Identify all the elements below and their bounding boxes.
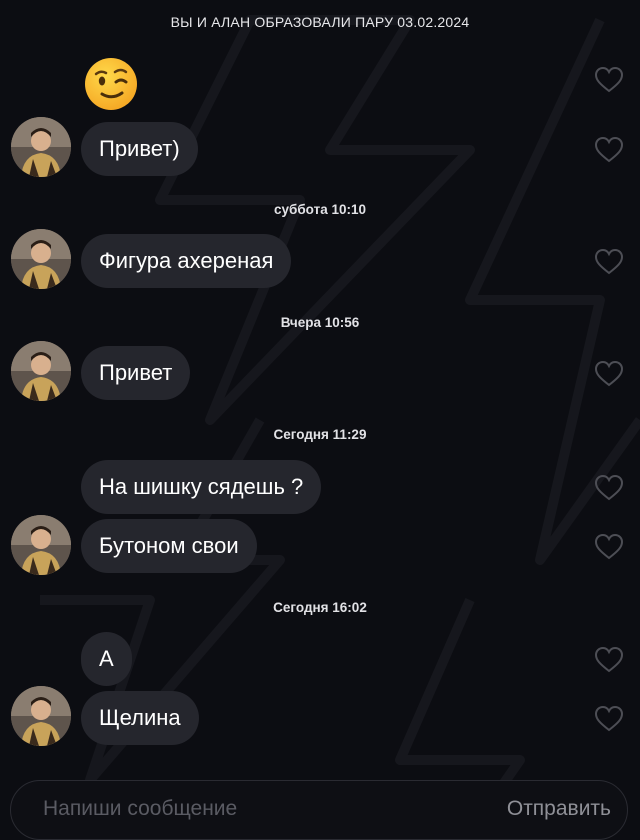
pair-notice: ВЫ И АЛАН ОБРАЗОВАЛИ ПАРУ 03.02.2024 xyxy=(170,14,470,30)
heart-outline-icon[interactable] xyxy=(594,533,624,561)
heart-outline-icon[interactable] xyxy=(594,248,624,276)
send-button[interactable]: Отправить xyxy=(507,797,611,821)
message-input[interactable]: Напиши сообщение xyxy=(43,797,237,821)
avatar[interactable] xyxy=(11,515,71,575)
heart-outline-icon[interactable] xyxy=(594,474,624,502)
date-separator: Сегодня 11:29 xyxy=(273,427,367,442)
winking-face-emoji xyxy=(85,58,137,110)
date-separator: Вчера 10:56 xyxy=(280,315,360,330)
heart-outline-icon[interactable] xyxy=(594,66,624,94)
heart-outline-icon[interactable] xyxy=(594,705,624,733)
message-composer[interactable]: Напиши сообщение Отправить xyxy=(10,780,628,840)
message-bubble[interactable]: А xyxy=(81,632,132,686)
date-separator: суббота 10:10 xyxy=(273,202,366,217)
message-bubble[interactable]: Щелина xyxy=(81,691,199,745)
message-bubble[interactable]: Привет) xyxy=(81,122,198,176)
heart-outline-icon[interactable] xyxy=(594,360,624,388)
avatar[interactable] xyxy=(11,229,71,289)
date-separator: Сегодня 16:02 xyxy=(273,600,367,615)
avatar[interactable] xyxy=(11,341,71,401)
heart-outline-icon[interactable] xyxy=(594,646,624,674)
message-bubble[interactable]: Фигура ахереная xyxy=(81,234,292,288)
message-bubble[interactable]: Привет xyxy=(81,346,191,400)
message-bubble[interactable]: На шишку сядешь ? xyxy=(81,460,322,514)
avatar[interactable] xyxy=(11,117,71,177)
avatar[interactable] xyxy=(11,686,71,746)
message-bubble[interactable]: Бутоном свои xyxy=(81,519,257,573)
heart-outline-icon[interactable] xyxy=(594,136,624,164)
